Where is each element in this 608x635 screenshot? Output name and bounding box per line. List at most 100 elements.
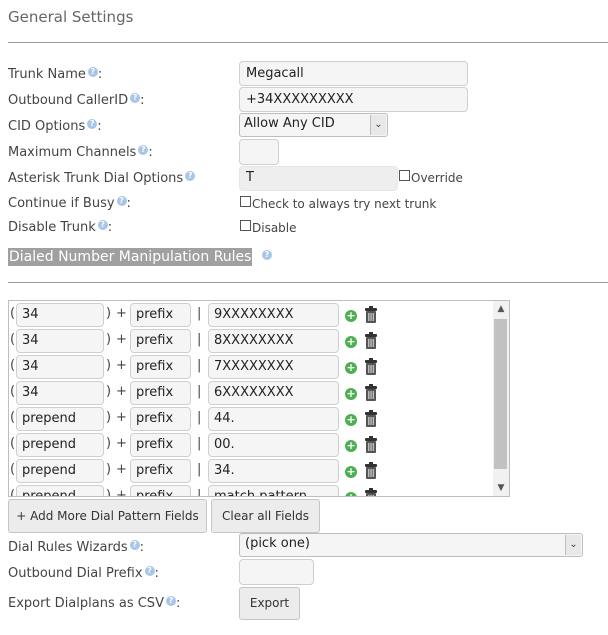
chevron-down-icon[interactable]: ⌄: [370, 115, 386, 135]
paren-open: (: [10, 358, 16, 373]
help-icon[interactable]: ?: [87, 67, 98, 77]
help-icon[interactable]: ?: [138, 145, 149, 155]
help-icon[interactable]: ?: [116, 196, 127, 206]
match-pattern-input[interactable]: match pattern: [208, 485, 339, 496]
match-pattern-input[interactable]: 6XXXXXXXX: [208, 381, 339, 405]
help-icon[interactable]: ?: [185, 171, 196, 181]
help-icon[interactable]: ?: [144, 566, 155, 576]
disable-trunk-checkbox[interactable]: [240, 220, 251, 231]
help-icon[interactable]: ?: [165, 596, 176, 606]
paren-open: (: [10, 462, 16, 477]
trash-icon[interactable]: [364, 488, 378, 497]
help-icon[interactable]: ?: [97, 220, 108, 230]
trash-icon[interactable]: [364, 384, 378, 401]
prefix-input[interactable]: prefix: [130, 407, 191, 431]
plus-icon[interactable]: +: [345, 388, 357, 400]
prefix-input[interactable]: prefix: [130, 459, 191, 483]
prefix-input[interactable]: prefix: [130, 329, 191, 353]
wizards-label: Dial Rules Wizards?:: [8, 540, 145, 555]
plus-icon[interactable]: +: [345, 414, 357, 426]
help-icon[interactable]: ?: [130, 93, 141, 103]
prepend-input[interactable]: 34: [16, 381, 104, 405]
help-icon[interactable]: ?: [87, 119, 98, 129]
trash-icon[interactable]: [364, 358, 378, 375]
plus-icon[interactable]: +: [345, 466, 357, 478]
plus-sign: +: [116, 410, 127, 425]
paren-close: ): [106, 488, 112, 497]
max-channels-input[interactable]: [239, 139, 279, 165]
dial-rules-list[interactable]: (34) + prefix | 9XXXXXXXX +(34) + prefix | 8XXXXX…: [8, 300, 510, 497]
outbound-callerid-input[interactable]: +34XXXXXXXXX: [239, 87, 468, 112]
paren-open: (: [10, 384, 16, 399]
prepend-input[interactable]: prepend: [16, 459, 104, 483]
clear-all-fields-button[interactable]: Clear all Fields: [211, 499, 320, 533]
pipe-separator: |: [197, 306, 202, 321]
prepend-input[interactable]: prepend: [16, 407, 104, 431]
paren-open: (: [10, 332, 16, 347]
prepend-input[interactable]: prepend: [16, 485, 104, 496]
rule-row: (prepend) + prefix | 34. +: [9, 457, 499, 483]
add-more-fields-button[interactable]: + Add More Dial Pattern Fields: [8, 499, 207, 533]
trash-icon[interactable]: [364, 462, 378, 479]
trash-icon[interactable]: [364, 410, 378, 427]
match-pattern-input[interactable]: 00.: [208, 433, 339, 457]
pipe-separator: |: [197, 410, 202, 425]
export-button[interactable]: Export: [239, 587, 300, 620]
plus-icon[interactable]: +: [345, 492, 357, 496]
scrollbar[interactable]: ▲ ▼: [493, 301, 509, 496]
plus-sign: +: [116, 358, 127, 373]
override-checkbox[interactable]: [399, 170, 410, 181]
trunk-name-label: Trunk Name?:: [8, 67, 103, 82]
pipe-separator: |: [197, 436, 202, 451]
cid-options-select[interactable]: Allow Any CID ⌄: [239, 113, 388, 137]
outbound-prefix-input[interactable]: [239, 559, 314, 585]
match-pattern-input[interactable]: 7XXXXXXXX: [208, 355, 339, 379]
pipe-separator: |: [197, 358, 202, 373]
chevron-down-icon[interactable]: ▼: [493, 480, 509, 496]
plus-icon[interactable]: +: [345, 310, 357, 322]
trash-icon[interactable]: [364, 332, 378, 349]
paren-open: (: [10, 410, 16, 425]
plus-icon[interactable]: +: [345, 362, 357, 374]
wizards-select[interactable]: (pick one) ⌄: [239, 533, 583, 557]
continue-busy-checkbox[interactable]: [240, 196, 251, 207]
prefix-input[interactable]: prefix: [130, 433, 191, 457]
pipe-separator: |: [197, 332, 202, 347]
prepend-input[interactable]: prepend: [16, 433, 104, 457]
prepend-input[interactable]: 34: [16, 303, 104, 327]
prefix-input[interactable]: prefix: [130, 303, 191, 327]
rule-row: (34) + prefix | 6XXXXXXXX +: [9, 379, 499, 405]
export-label: Export Dialplans as CSV?:: [8, 596, 181, 611]
match-pattern-input[interactable]: 44.: [208, 407, 339, 431]
match-pattern-input[interactable]: 8XXXXXXXX: [208, 329, 339, 353]
dial-options-input[interactable]: T: [239, 166, 398, 191]
trash-icon[interactable]: [364, 306, 378, 323]
scroll-thumb[interactable]: [494, 319, 507, 469]
chevron-up-icon[interactable]: ▲: [493, 301, 509, 317]
trash-icon[interactable]: [364, 436, 378, 453]
paren-close: ): [106, 332, 112, 347]
plus-sign: +: [116, 384, 127, 399]
outbound-prefix-label: Outbound Dial Prefix?:: [8, 566, 159, 581]
rule-row: (34) + prefix | 8XXXXXXXX +: [9, 327, 499, 353]
plus-sign: +: [116, 488, 127, 497]
trunk-name-input[interactable]: Megacall: [239, 61, 468, 86]
plus-icon[interactable]: +: [345, 440, 357, 452]
rule-row: (prepend) + prefix | 00. +: [9, 431, 499, 457]
prefix-input[interactable]: prefix: [130, 485, 191, 496]
prefix-input[interactable]: prefix: [130, 381, 191, 405]
rule-row: (34) + prefix | 9XXXXXXXX +: [9, 301, 499, 327]
match-pattern-input[interactable]: 9XXXXXXXX: [208, 303, 339, 327]
prefix-input[interactable]: prefix: [130, 355, 191, 379]
prepend-input[interactable]: 34: [16, 329, 104, 353]
paren-open: (: [10, 488, 16, 497]
help-icon[interactable]: ?: [262, 250, 272, 260]
chevron-down-icon[interactable]: ⌄: [565, 535, 581, 555]
paren-close: ): [106, 384, 112, 399]
help-icon[interactable]: ?: [129, 540, 140, 550]
pipe-separator: |: [197, 462, 202, 477]
divider: [8, 282, 608, 283]
match-pattern-input[interactable]: 34.: [208, 459, 339, 483]
plus-icon[interactable]: +: [345, 336, 357, 348]
prepend-input[interactable]: 34: [16, 355, 104, 379]
